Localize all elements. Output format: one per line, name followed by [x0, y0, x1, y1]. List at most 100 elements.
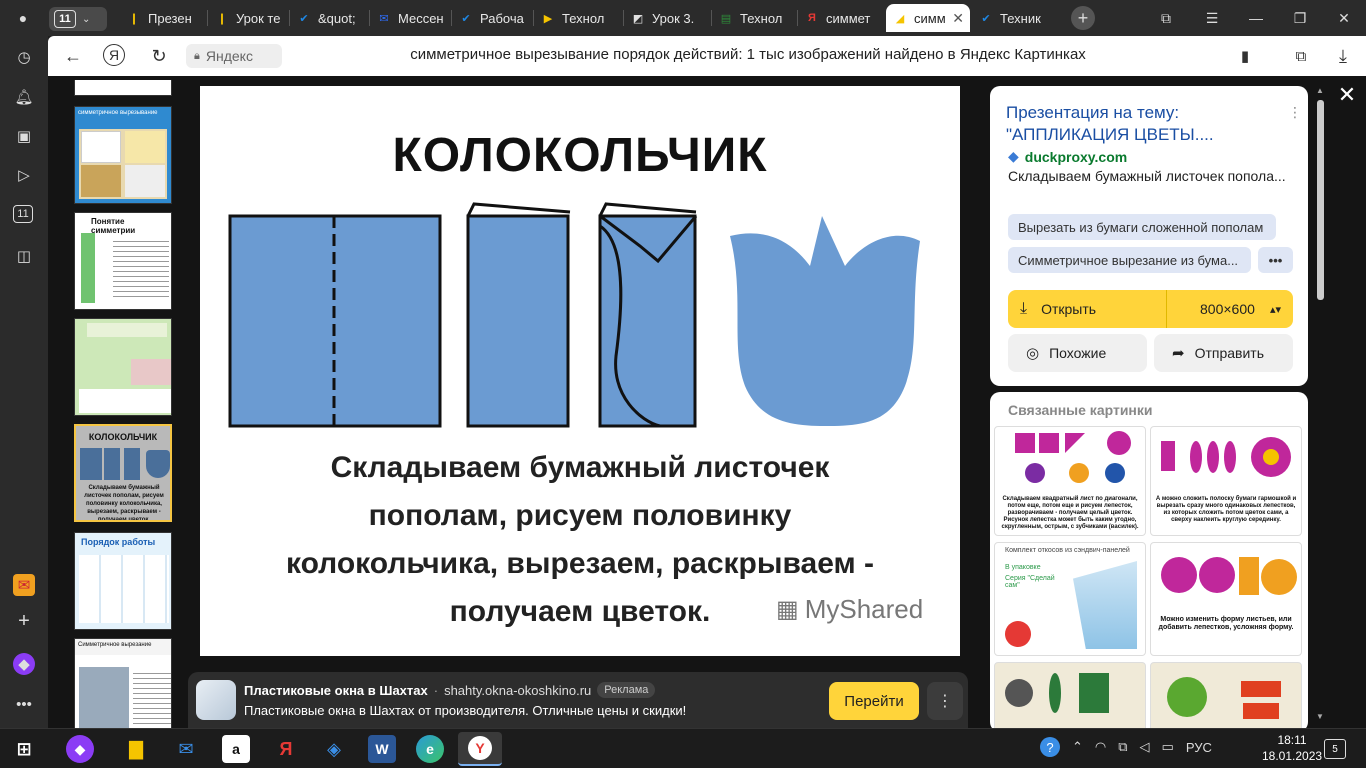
history-icon[interactable]: ◷ [13, 46, 35, 68]
word-icon[interactable]: W [368, 735, 396, 763]
wifi-icon[interactable]: ◠ [1095, 739, 1106, 755]
collections-icon[interactable]: ▣ [13, 125, 35, 147]
more-tags-button[interactable]: ••• [1258, 247, 1293, 273]
tabs-icon[interactable]: 11 [13, 205, 33, 223]
yandex-browser-icon[interactable]: Y [458, 732, 502, 766]
volume-icon[interactable]: ◁ [1140, 739, 1150, 755]
close-tab-icon[interactable]: ✕ [952, 10, 964, 27]
similar-button[interactable]: ◎ Похожие [1008, 334, 1147, 372]
related-image[interactable] [994, 662, 1146, 728]
folded-sheet [466, 214, 570, 428]
play-icon[interactable]: ▷ [13, 164, 35, 186]
thumbnail[interactable] [74, 318, 172, 416]
tag-chip[interactable]: Симметричное вырезание из бума... [1008, 247, 1251, 273]
tab[interactable]: ✉ Мессен [370, 4, 450, 32]
language-indicator[interactable]: РУС [1186, 740, 1212, 755]
thumbnail[interactable]: Понятие симметрии [74, 212, 172, 310]
site-chip[interactable]: 🔒︎ Яндекс [186, 44, 282, 68]
thumbnail[interactable]: симметричное вырезывание [74, 106, 172, 204]
add-icon[interactable]: + [13, 610, 35, 632]
more-vertical-icon[interactable]: ⋮ [927, 682, 963, 720]
tab-favicon-icon: ◩ [632, 12, 644, 25]
tab[interactable]: ✔ Рабоча [452, 4, 532, 32]
caption-line: пополам, рисуем половинку [368, 499, 792, 532]
chevron-up-icon[interactable]: ⌃ [1072, 739, 1083, 755]
network-icon[interactable]: ⧉ [1118, 739, 1127, 755]
dropbox-icon[interactable]: ◈ [320, 735, 348, 763]
related-image[interactable] [1150, 662, 1302, 728]
mail-icon[interactable]: ✉ [13, 574, 35, 596]
panel-scrollbar[interactable]: ▲ ▼ [1314, 86, 1326, 726]
related-image[interactable]: А можно сложить полоску бумаги гармошкой… [1150, 426, 1302, 536]
page-title[interactable]: симметричное вырезывание порядок действи… [308, 46, 1188, 63]
tab[interactable]: ✔ Техник [972, 4, 1056, 32]
related-image[interactable]: Комплект откосов из сэндвич-панелей В уп… [994, 542, 1146, 656]
tab-favicon-icon: ▤ [720, 12, 732, 25]
size-select[interactable]: 800×600 [1200, 301, 1255, 317]
alice-icon[interactable]: ◆ [66, 735, 94, 763]
tab[interactable]: ▶ Технол [534, 4, 622, 32]
reader-icon[interactable]: ⧉ [1288, 44, 1314, 68]
tab[interactable]: ❙ Презен [120, 4, 206, 32]
thumbnail-photo [79, 389, 171, 413]
tag-chip[interactable]: Вырезать из бумаги сложенной пополам [1008, 214, 1276, 240]
tab[interactable]: ◩ Урок 3. [624, 4, 710, 32]
source-title[interactable]: Презентация на тему: "АППЛИКАЦИЯ ЦВЕТЫ..… [1006, 102, 1276, 146]
more-icon[interactable]: ••• [13, 693, 35, 715]
download-icon[interactable]: ⤓ [1330, 44, 1356, 68]
window-menu-icon[interactable]: ☰ [1190, 0, 1234, 36]
alice-icon[interactable]: ◆ [13, 653, 35, 675]
reload-icon[interactable]: ↻ [146, 44, 172, 68]
close-viewer-icon[interactable]: ✕ [1334, 82, 1360, 108]
tab-count-button[interactable]: 11 ⌄ [49, 7, 107, 31]
tab[interactable]: ▤ Технол [712, 4, 796, 32]
scroll-up-icon[interactable]: ▲ [1316, 86, 1324, 95]
ad-go-button[interactable]: Перейти [829, 682, 919, 720]
tab-label: Урок 3. [652, 10, 695, 26]
edge-icon[interactable]: e [416, 735, 444, 763]
taskbar: ⊞ ◆ ▇ ✉ a Я ◈ W e Y ? ⌃ ◠ ⧉ ◁ ▭ РУС 18:1… [0, 728, 1366, 768]
back-icon[interactable]: ← [60, 44, 86, 68]
collections-icon[interactable]: ⧉ [1155, 7, 1177, 29]
thumbnail[interactable] [74, 80, 172, 96]
restore-icon[interactable]: ❐ [1278, 0, 1322, 36]
ad-domain[interactable]: shahty.okna-okoshkino.ru [444, 683, 591, 698]
file-explorer-icon[interactable]: ▇ [122, 735, 150, 763]
new-tab-icon[interactable]: + [1071, 6, 1095, 30]
notification-center-icon[interactable]: 5 [1324, 739, 1346, 759]
mail-icon[interactable]: ✉ [172, 735, 200, 763]
source-domain[interactable]: ◆ duckproxy.com [1008, 148, 1127, 165]
ad-banner[interactable]: Пластиковые окна в Шахтах · shahty.okna-… [188, 672, 968, 728]
amazon-icon[interactable]: a [222, 735, 250, 763]
bookmark-icon[interactable]: ▮ [1232, 44, 1258, 68]
tab[interactable]: ✔ &quot; [290, 4, 368, 32]
tab[interactable]: ❙ Урок те [208, 4, 288, 32]
main-image[interactable]: КОЛОКОЛЬЧИК Складываем бумажный листочек… [200, 86, 960, 656]
battery-icon[interactable]: ▭ [1162, 739, 1174, 755]
tab[interactable]: Ясиммет [798, 4, 884, 32]
yandex-icon[interactable]: Я [103, 44, 125, 66]
related-image[interactable]: Можно изменить форму листьев, или добави… [1150, 542, 1302, 656]
windows-start-icon[interactable]: ⊞ [10, 735, 38, 763]
scroll-down-icon[interactable]: ▼ [1316, 712, 1324, 721]
notifications-icon[interactable]: 🔔︎ [13, 86, 35, 108]
minimize-icon[interactable]: — [1234, 0, 1278, 36]
more-vertical-icon[interactable]: ⋮ [1288, 104, 1302, 121]
help-icon[interactable]: ? [1040, 737, 1060, 757]
thumbnail[interactable]: Симметричное вырезание [74, 638, 172, 730]
close-window-icon[interactable]: ✕ [1322, 0, 1366, 36]
clock[interactable]: 18:11 18.01.2023 [1262, 732, 1322, 764]
camera-icon[interactable]: ◫ [13, 245, 35, 267]
tab-active[interactable]: ◢ симм ✕ [886, 4, 970, 32]
yandex-icon[interactable]: Я [272, 735, 300, 763]
thumbnail-selected[interactable]: КОЛОКОЛЬЧИК Складываем бумажный листочек… [74, 424, 172, 522]
share-button[interactable]: ➦ Отправить [1154, 334, 1293, 372]
related-image[interactable]: Складываем квадратный лист по диагонали,… [994, 426, 1146, 536]
thumbnail[interactable]: Порядок работы [74, 532, 172, 630]
tab-favicon-icon: ❙ [217, 12, 227, 25]
scroll-thumb[interactable] [1317, 100, 1324, 300]
ad-title[interactable]: Пластиковые окна в Шахтах [244, 683, 428, 698]
open-button[interactable]: ⤓ Открыть 800×600 ▴▾ [1008, 290, 1293, 328]
share-icon: ➦ [1172, 345, 1185, 362]
profile-icon[interactable]: ● [12, 7, 34, 29]
